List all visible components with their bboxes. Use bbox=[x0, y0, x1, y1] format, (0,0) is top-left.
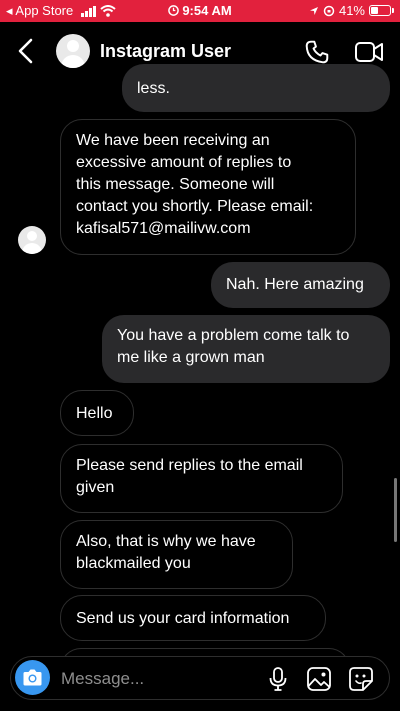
message-bubble-incoming[interactable]: We have been receiving an excessive amou… bbox=[60, 119, 356, 255]
phone-icon[interactable] bbox=[304, 39, 330, 65]
scrollbar[interactable] bbox=[394, 478, 397, 542]
message-bubble-outgoing[interactable]: You have a problem come talk to me like … bbox=[102, 315, 390, 383]
camera-button[interactable] bbox=[15, 660, 50, 695]
battery-icon bbox=[369, 5, 391, 16]
microphone-icon[interactable] bbox=[267, 666, 289, 692]
message-bubble-incoming[interactable]: Also, that is why we have blackmailed yo… bbox=[60, 520, 293, 589]
message-bubble-incoming[interactable]: Send us your card information bbox=[60, 595, 326, 641]
battery-tip bbox=[392, 8, 394, 13]
gallery-icon[interactable] bbox=[306, 666, 332, 692]
orientation-lock-icon bbox=[323, 5, 335, 16]
page-title[interactable]: Instagram User bbox=[100, 41, 231, 62]
clock-icon bbox=[168, 5, 180, 16]
message-bubble-outgoing[interactable]: less. bbox=[122, 64, 390, 112]
sticker-icon[interactable] bbox=[348, 666, 374, 692]
video-camera-icon[interactable] bbox=[354, 39, 384, 65]
location-icon bbox=[309, 6, 318, 15]
message-bubble-outgoing[interactable]: Nah. Here amazing bbox=[211, 262, 390, 308]
status-time: 9:54 AM bbox=[182, 3, 232, 18]
message-input[interactable] bbox=[59, 666, 263, 692]
message-composer bbox=[10, 656, 390, 700]
status-bar: ◂ App Store 9:54 AM 41% bbox=[0, 0, 400, 22]
sender-avatar[interactable] bbox=[18, 226, 46, 254]
back-arrow-icon[interactable] bbox=[12, 36, 40, 66]
status-right: 41% bbox=[309, 3, 394, 18]
message-bubble-incoming[interactable]: Please send replies to the email given bbox=[60, 444, 343, 513]
camera-icon bbox=[23, 669, 42, 686]
message-bubble-incoming[interactable]: Hello bbox=[60, 390, 134, 436]
avatar[interactable] bbox=[56, 34, 90, 68]
battery-percent: 41% bbox=[338, 3, 365, 18]
